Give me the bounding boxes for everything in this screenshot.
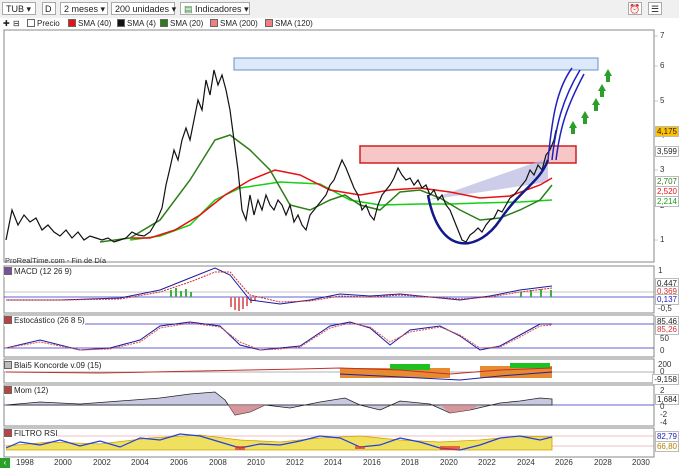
mom-panel-frame — [3, 384, 655, 427]
x-tick: 2016 — [363, 458, 381, 467]
x-tick: 2000 — [54, 458, 72, 467]
x-tick: 2008 — [209, 458, 227, 467]
x-tick: 2022 — [478, 458, 496, 467]
macd-tick: -0,5 — [658, 304, 672, 313]
x-tick: 2020 — [440, 458, 458, 467]
price-tag: 2,214 — [654, 196, 679, 207]
last-price-tag: 4,175 — [654, 126, 679, 137]
macd-hist-neg — [230, 297, 256, 311]
x-tick: 2030 — [632, 458, 650, 467]
x-tick: 2026 — [555, 458, 573, 467]
price-tick: 1 — [660, 235, 665, 244]
mom-label[interactable]: Mom (12) — [4, 386, 49, 396]
mom-tick: -4 — [660, 418, 668, 427]
price-tick: 3 — [660, 165, 665, 174]
up-arrow-icon — [604, 69, 612, 82]
mom-tag: 1,684 — [654, 394, 679, 405]
target-zone — [233, 57, 599, 71]
stoch-panel-frame — [3, 314, 655, 358]
x-tick: 2014 — [324, 458, 342, 467]
x-tick: 2004 — [131, 458, 149, 467]
up-arrow-icon — [581, 111, 589, 124]
x-tick: 2028 — [594, 458, 612, 467]
stoch-label[interactable]: Estocástico (26 8 5) — [4, 316, 85, 326]
source-label: ProRealTime.com - Fin de Día — [5, 256, 107, 265]
mom-line — [5, 391, 553, 416]
chart-canvas — [3, 29, 658, 458]
price-tag: 3,599 — [654, 146, 679, 157]
wedge-zone — [428, 158, 548, 200]
up-arrow-icon — [598, 84, 606, 97]
macd-signal — [6, 271, 553, 303]
macd-tick: 1 — [658, 266, 663, 275]
stoch-tick: 0 — [660, 346, 665, 355]
x-tick: 2010 — [247, 458, 265, 467]
x-tick: 2006 — [170, 458, 188, 467]
rsi-tag: 66,80 — [654, 441, 679, 452]
rsi-label[interactable]: FILTRO RSI — [4, 429, 58, 439]
price-tick: 7 — [660, 31, 665, 40]
scroll-left-icon[interactable]: ‹ — [0, 458, 10, 468]
up-arrow-icon — [592, 98, 600, 111]
macd-label[interactable]: MACD (12 26 9) — [4, 267, 72, 277]
stoch-signal — [5, 322, 553, 351]
x-tick: 1998 — [16, 458, 34, 467]
x-tick: 2012 — [286, 458, 304, 467]
koncorde-label[interactable]: Blai5 Koncorde v.09 (15) — [4, 361, 102, 371]
stoch-tick: 50 — [660, 334, 669, 343]
price-tick: 6 — [660, 61, 665, 70]
price-tick: 5 — [660, 96, 665, 105]
x-tick: 2002 — [93, 458, 111, 467]
koncorde-panel-frame — [3, 358, 655, 384]
x-tick: 2024 — [517, 458, 535, 467]
x-tick: 2018 — [401, 458, 419, 467]
macd-panel-frame — [3, 265, 655, 314]
stoch-line — [5, 321, 552, 351]
koncorde-tag: -9,158 — [652, 374, 679, 385]
up-arrow-icon — [569, 121, 577, 134]
